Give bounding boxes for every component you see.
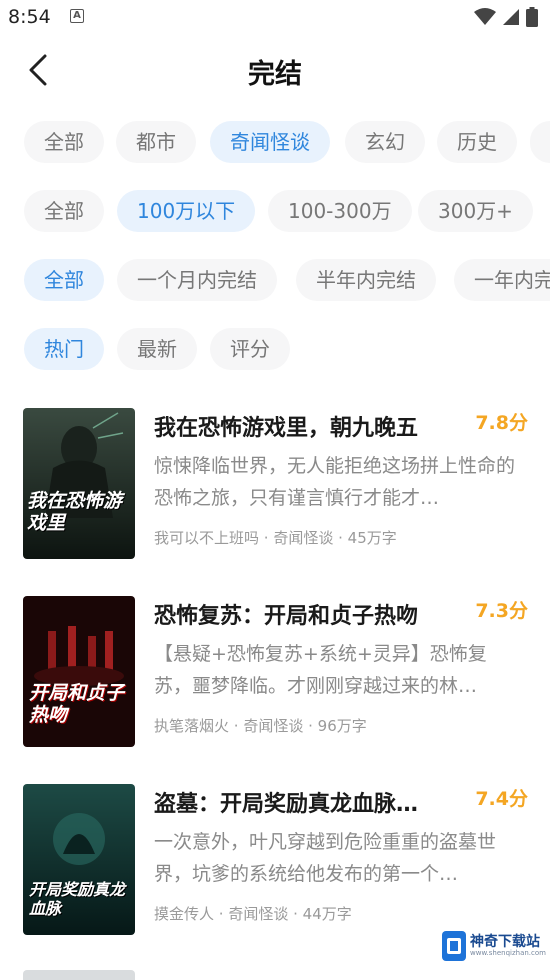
completion-chip-all[interactable]: 全部: [24, 259, 104, 301]
category-chip-history[interactable]: 历史: [437, 121, 517, 163]
book-description: 一次意外，叶凡穿越到危险重重的盗墓世界，坑爹的系统给他发布的第一个…: [154, 831, 497, 885]
book-author: 执笔落烟火: [154, 717, 230, 735]
completion-chip-month[interactable]: 一个月内完结: [117, 259, 277, 301]
page-title: 完结: [248, 59, 302, 90]
meta-separator: ·: [214, 905, 229, 923]
cover-title: 开局和贞子热吻: [29, 682, 125, 726]
signal-icon: [503, 9, 519, 25]
book-description: 惊悚降临世界，无人能拒绝这场拼上性命的恐怖之旅，只有谨言慎行才能才…: [154, 455, 516, 509]
meta-separator: ·: [303, 717, 318, 735]
category-chip-fantasy[interactable]: 玄幻: [345, 121, 425, 163]
book-item[interactable]: 开局奖励真龙血脉 盗墓：开局奖励真龙血脉… 7.4分 一次意外，叶凡穿越到危险重…: [0, 784, 550, 944]
book-words: 45万字: [347, 529, 397, 547]
header: 完结: [0, 40, 550, 100]
book-genre: 奇闻怪谈: [228, 905, 289, 923]
book-author: 我可以不上班吗: [154, 529, 260, 547]
category-chip-strange-tales[interactable]: 奇闻怪谈: [210, 121, 330, 163]
book-cover: 开局和贞子热吻: [23, 596, 135, 747]
watermark-icon: [442, 931, 466, 961]
book-title: 恐怖复苏：开局和贞子热吻: [154, 604, 419, 629]
sort-chip-hot[interactable]: 热门: [24, 328, 104, 370]
meta-separator: ·: [229, 717, 244, 735]
word-count-filter-row: 全部 100万以下 100-300万 300万+: [0, 190, 550, 234]
book-meta: 我可以不上班吗 · 奇闻怪谈 · 45万字: [154, 527, 397, 548]
next-book-cover-partial: [23, 970, 135, 980]
notification-icon: A: [70, 9, 84, 23]
word-count-chip-over-3m[interactable]: 300万+: [418, 190, 533, 232]
book-score: 7.8分: [475, 412, 528, 434]
meta-separator: ·: [288, 905, 303, 923]
completion-chip-half-year[interactable]: 半年内完结: [296, 259, 436, 301]
sort-chip-newest[interactable]: 最新: [117, 328, 197, 370]
book-cover: 开局奖励真龙血脉: [23, 784, 135, 935]
watermark-sub: www.shenqizhan.com: [470, 949, 546, 957]
sort-filter-row: 热门 最新 评分: [0, 328, 550, 372]
book-description: 【悬疑+恐怖复苏+系统+灵异】恐怖复苏，噩梦降临。才刚刚穿越过来的林…: [154, 643, 487, 697]
meta-separator: ·: [333, 529, 348, 547]
word-count-chip-1m-3m[interactable]: 100-300万: [268, 190, 412, 232]
sort-chip-rating[interactable]: 评分: [210, 328, 290, 370]
book-genre: 奇闻怪谈: [273, 529, 334, 547]
battery-icon: [526, 7, 538, 27]
word-count-chip-under-1m[interactable]: 100万以下: [117, 190, 256, 232]
status-bar: 8:54 A: [0, 0, 550, 34]
book-item[interactable]: 开局和贞子热吻 恐怖复苏：开局和贞子热吻 7.3分 【悬疑+恐怖复苏+系统+灵异…: [0, 596, 550, 756]
wifi-icon: [474, 8, 496, 25]
cover-title: 我在恐怖游戏里: [27, 490, 123, 534]
status-time: 8:54: [8, 6, 51, 28]
book-meta: 执笔落烟火 · 奇闻怪谈 · 96万字: [154, 715, 367, 736]
book-title: 盗墓：开局奖励真龙血脉…: [154, 792, 419, 817]
book-score: 7.3分: [475, 600, 528, 622]
completion-chip-year[interactable]: 一年内完: [454, 259, 550, 301]
category-filter-row: 全部 都市 奇闻怪谈 玄幻 历史: [0, 121, 550, 165]
meta-separator: ·: [259, 529, 274, 547]
word-count-chip-all[interactable]: 全部: [24, 190, 104, 232]
book-genre: 奇闻怪谈: [243, 717, 304, 735]
book-score: 7.4分: [475, 788, 528, 810]
category-chip-city[interactable]: 都市: [116, 121, 196, 163]
watermark-text: 神奇下载站: [470, 934, 540, 950]
book-cover: 我在恐怖游戏里: [23, 408, 135, 559]
book-item[interactable]: 我在恐怖游戏里 我在恐怖游戏里，朝九晚五 7.8分 惊悚降临世界，无人能拒绝这场…: [0, 408, 550, 568]
cover-title: 开局奖励真龙血脉: [29, 880, 126, 918]
book-meta: 摸金传人 · 奇闻怪谈 · 44万字: [154, 903, 352, 924]
book-author: 摸金传人: [154, 905, 215, 923]
completion-filter-row: 全部 一个月内完结 半年内完结 一年内完: [0, 259, 550, 303]
status-icons: [474, 7, 538, 27]
watermark-logo: 神奇下载站 www.shenqizhan.com: [442, 928, 546, 964]
category-chip-all[interactable]: 全部: [24, 121, 104, 163]
book-words: 44万字: [302, 905, 352, 923]
book-words: 96万字: [317, 717, 367, 735]
book-title: 我在恐怖游戏里，朝九晚五: [154, 416, 419, 441]
category-chip-overflow[interactable]: [530, 121, 550, 163]
